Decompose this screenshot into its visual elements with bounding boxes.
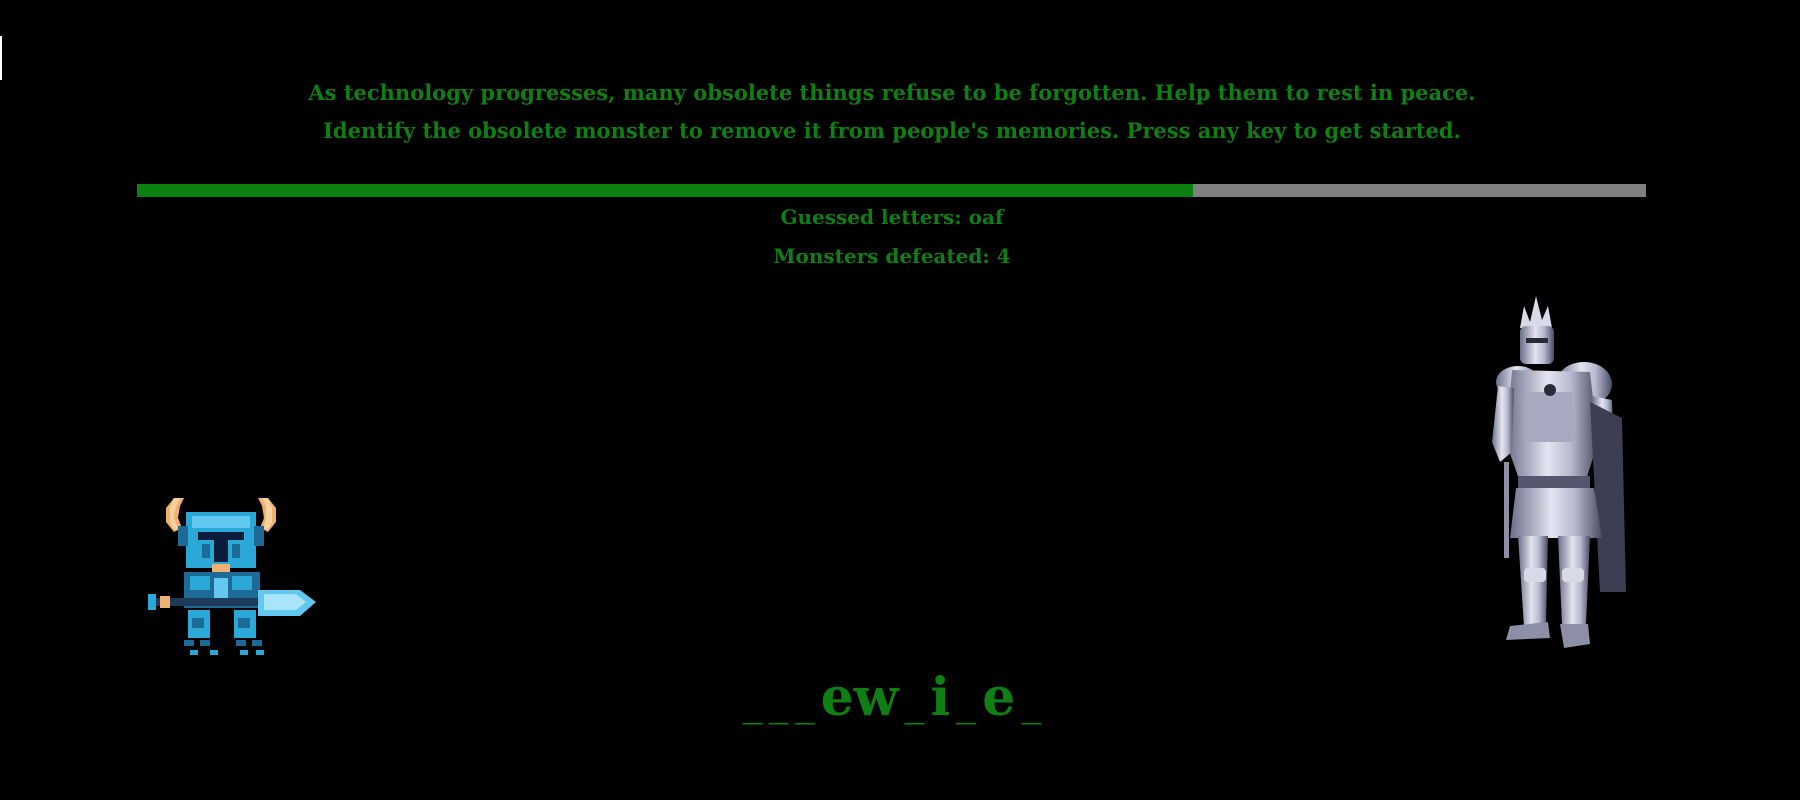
intro-text: As technology progresses, many obsolete … — [0, 74, 1784, 150]
intro-line-1: As technology progresses, many obsolete … — [308, 80, 1476, 105]
word-blank: _ — [768, 679, 789, 725]
monsters-defeated-label: Monsters defeated: 4 — [773, 244, 1011, 268]
health-progress-fill — [137, 184, 1194, 197]
word-letter: e — [982, 667, 1016, 728]
word-letter: i — [930, 667, 951, 728]
guessed-letters-label: Guessed letters: oaf — [780, 205, 1004, 229]
game-stats: Guessed letters: oaf Monsters defeated: … — [0, 198, 1784, 276]
word-blank: _ — [794, 679, 815, 725]
word-blank: _ — [1021, 679, 1042, 725]
health-progress-bar — [137, 184, 1646, 197]
word-blank: _ — [956, 679, 977, 725]
word-blank: _ — [742, 679, 763, 725]
intro-line-2: Identify the obsolete monster to remove … — [323, 118, 1461, 143]
word-letter: ew — [820, 667, 899, 728]
armored-knight-monster-icon — [1492, 296, 1626, 648]
hidden-word-display: _ _ _ ew _ i _ e _ — [0, 662, 1784, 738]
word-blank: _ — [904, 679, 925, 725]
hero-knight-icon — [148, 498, 316, 655]
